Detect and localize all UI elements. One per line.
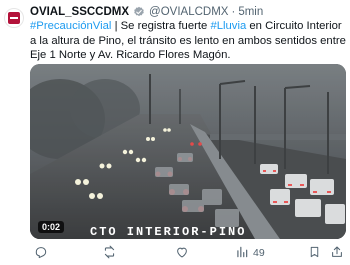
views-button[interactable]: 49 bbox=[235, 245, 265, 262]
reply-icon bbox=[34, 245, 48, 262]
hashtag-lluvia[interactable]: #Lluvia bbox=[210, 20, 246, 32]
display-name[interactable]: OVIAL_SSCCDMX bbox=[30, 6, 129, 18]
separator-dot: · bbox=[231, 6, 236, 18]
views-chart-icon bbox=[235, 245, 249, 262]
handle[interactable]: @OVIALCDMX bbox=[149, 6, 228, 18]
video-player[interactable]: CTO INTERIOR-PINO 0:02 bbox=[30, 64, 346, 239]
tweet-actions: 49 bbox=[30, 243, 346, 263]
share-button[interactable] bbox=[330, 245, 344, 262]
tweet-header: OVIAL_SSCCDMX @OVIALCDMX · 5min bbox=[30, 4, 342, 20]
hashtag-precaucionvial[interactable]: #PrecauciónVial bbox=[30, 20, 111, 32]
repost-icon bbox=[102, 245, 117, 262]
avatar[interactable] bbox=[4, 8, 24, 28]
verified-badge-icon bbox=[133, 6, 145, 18]
ssc-logo bbox=[8, 12, 20, 24]
video-overlay-caption: CTO INTERIOR-PINO bbox=[90, 225, 246, 239]
repost-button[interactable] bbox=[102, 245, 117, 262]
views-count: 49 bbox=[253, 247, 265, 259]
tweet-text-part-1: | Se registra fuerte bbox=[111, 20, 211, 32]
timestamp[interactable]: 5min bbox=[238, 6, 263, 18]
tweet-card[interactable]: OVIAL_SSCCDMX @OVIALCDMX · 5min #Precauc… bbox=[0, 0, 350, 265]
reply-button[interactable] bbox=[34, 245, 48, 262]
share-icon bbox=[330, 245, 344, 262]
bookmark-icon bbox=[308, 245, 321, 262]
heart-icon bbox=[175, 245, 189, 262]
tweet-text: #PrecauciónVial | Se registra fuerte #Ll… bbox=[30, 19, 346, 63]
traffic-camera-frame: CTO INTERIOR-PINO bbox=[30, 64, 346, 239]
bookmark-button[interactable] bbox=[308, 245, 321, 262]
like-button[interactable] bbox=[175, 245, 189, 262]
video-duration: 0:02 bbox=[38, 221, 65, 233]
